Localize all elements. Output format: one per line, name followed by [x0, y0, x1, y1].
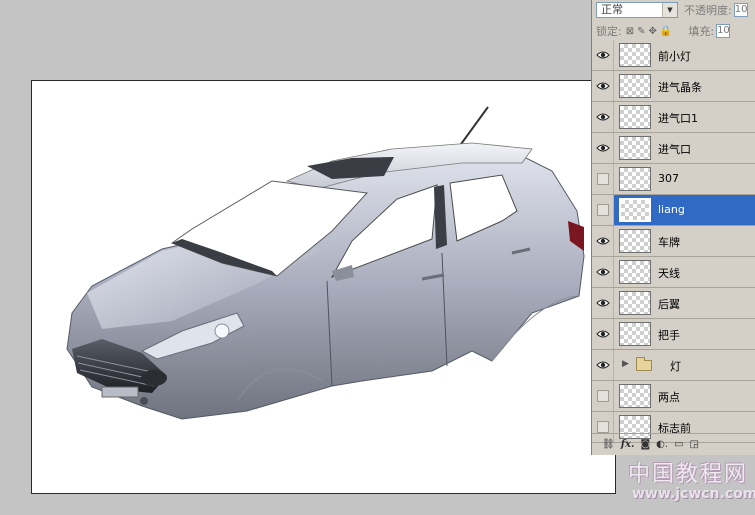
blend-mode-value: 正常 [601, 3, 623, 16]
hidden-visibility-box [597, 173, 609, 185]
layer-name: 进气口1 [658, 112, 698, 125]
visibility-toggle[interactable] [592, 350, 614, 380]
layer-row[interactable]: 把手 [592, 319, 755, 350]
eye-icon [596, 82, 610, 90]
watermark-title: 中国教程网 [628, 462, 749, 487]
layer-thumbnail [619, 198, 651, 222]
car-illustration [66, 106, 585, 420]
visibility-toggle[interactable] [592, 195, 614, 225]
hidden-visibility-box [597, 421, 609, 433]
visibility-toggle[interactable] [592, 71, 614, 101]
layer-name: 前小灯 [658, 50, 691, 63]
eye-icon [596, 237, 610, 245]
layer-list: 前小灯 进气晶条 进气口1 进气口 307 liang 车牌 天线 后翼 把手 … [592, 40, 755, 443]
visibility-toggle[interactable] [592, 257, 614, 287]
chevron-down-icon: ▼ [662, 3, 677, 17]
layer-row[interactable]: 前小灯 [592, 40, 755, 71]
fx-icon[interactable]: fx. [621, 439, 635, 450]
eye-icon [596, 268, 610, 276]
eye-icon [596, 330, 610, 338]
lock-transparency-icon[interactable]: ⊠ [626, 26, 634, 37]
lock-icons: ⊠ ✎ ✥ 🔒 [626, 26, 673, 37]
hidden-visibility-box [597, 390, 609, 402]
layer-name: liang [658, 203, 685, 216]
layers-panel-footer: ⛓ fx. ◙ ◐. ▭ ◲ [592, 433, 755, 455]
layer-row[interactable]: 天线 [592, 257, 755, 288]
blend-mode-dropdown[interactable]: 正常 ▼ [596, 2, 678, 18]
blend-row: 正常 ▼ 不透明度: 100% [592, 0, 755, 20]
watermark: 中国教程网 www.jcwcn.com [620, 456, 755, 512]
layer-thumbnail [619, 105, 651, 129]
layer-thumbnail [619, 167, 651, 191]
layer-thumbnail [619, 260, 651, 284]
visibility-toggle[interactable] [592, 319, 614, 349]
opacity-input[interactable]: 100% [733, 3, 748, 17]
visibility-toggle[interactable] [592, 102, 614, 132]
visibility-toggle[interactable] [592, 164, 614, 194]
link-layers-icon[interactable]: ⛓ [602, 439, 615, 450]
layer-row[interactable]: 进气口 [592, 133, 755, 164]
layer-name: 进气晶条 [658, 81, 702, 94]
hidden-visibility-box [597, 204, 609, 216]
layer-row-selected[interactable]: liang [592, 195, 755, 226]
eye-icon [596, 51, 610, 59]
adjustment-layer-icon[interactable]: ◐. [656, 439, 668, 450]
fill-label: 填充: [688, 25, 715, 38]
lock-paint-icon[interactable]: ✎ [637, 26, 645, 37]
visibility-toggle[interactable] [592, 381, 614, 411]
fill-input[interactable]: 100% [716, 24, 731, 38]
layer-thumbnail [619, 74, 651, 98]
layers-panel: 正常 ▼ 不透明度: 100% 锁定: ⊠ ✎ ✥ 🔒 填充: 100% 前小灯 [591, 0, 755, 455]
layer-thumbnail [619, 291, 651, 315]
eye-icon [596, 113, 610, 121]
add-mask-icon[interactable]: ◙ [640, 439, 650, 450]
layer-name: 两点 [658, 391, 680, 404]
layer-row[interactable]: 进气口1 [592, 102, 755, 133]
layer-thumbnail [619, 43, 651, 67]
visibility-toggle[interactable] [592, 133, 614, 163]
lock-move-icon[interactable]: ✥ [649, 26, 657, 37]
layer-name: 车牌 [658, 236, 680, 249]
visibility-toggle[interactable] [592, 226, 614, 256]
expand-arrow-icon[interactable]: ▶ [622, 359, 629, 369]
new-group-icon[interactable]: ▭ [674, 439, 683, 450]
layer-name: 后翼 [658, 298, 680, 311]
lock-all-icon[interactable]: 🔒 [660, 26, 672, 37]
layer-row[interactable]: 307 [592, 164, 755, 195]
new-layer-icon[interactable]: ◲ [690, 439, 699, 450]
layer-name: 灯 [670, 360, 681, 373]
eye-icon [596, 144, 610, 152]
layer-thumbnail [619, 384, 651, 408]
lock-label: 锁定: [596, 25, 622, 38]
layer-row[interactable]: 两点 [592, 381, 755, 412]
layer-row[interactable]: 车牌 [592, 226, 755, 257]
watermark-url: www.jcwcn.com [632, 486, 755, 502]
layer-row[interactable]: 进气晶条 [592, 71, 755, 102]
eye-icon [596, 299, 610, 307]
layer-row[interactable]: 后翼 [592, 288, 755, 319]
layer-name: 进气口 [658, 143, 691, 156]
layer-name: 307 [658, 172, 679, 185]
layer-name: 天线 [658, 267, 680, 280]
folder-icon [636, 357, 652, 371]
layer-thumbnail [619, 322, 651, 346]
document-canvas[interactable] [31, 80, 616, 494]
layer-group-row[interactable]: ▶ 灯 [592, 350, 755, 381]
opacity-label: 不透明度: [684, 4, 732, 17]
visibility-toggle[interactable] [592, 40, 614, 70]
layer-thumbnail [619, 136, 651, 160]
eye-icon [596, 361, 610, 369]
layer-thumbnail [619, 229, 651, 253]
layer-name: 把手 [658, 329, 680, 342]
visibility-toggle[interactable] [592, 288, 614, 318]
